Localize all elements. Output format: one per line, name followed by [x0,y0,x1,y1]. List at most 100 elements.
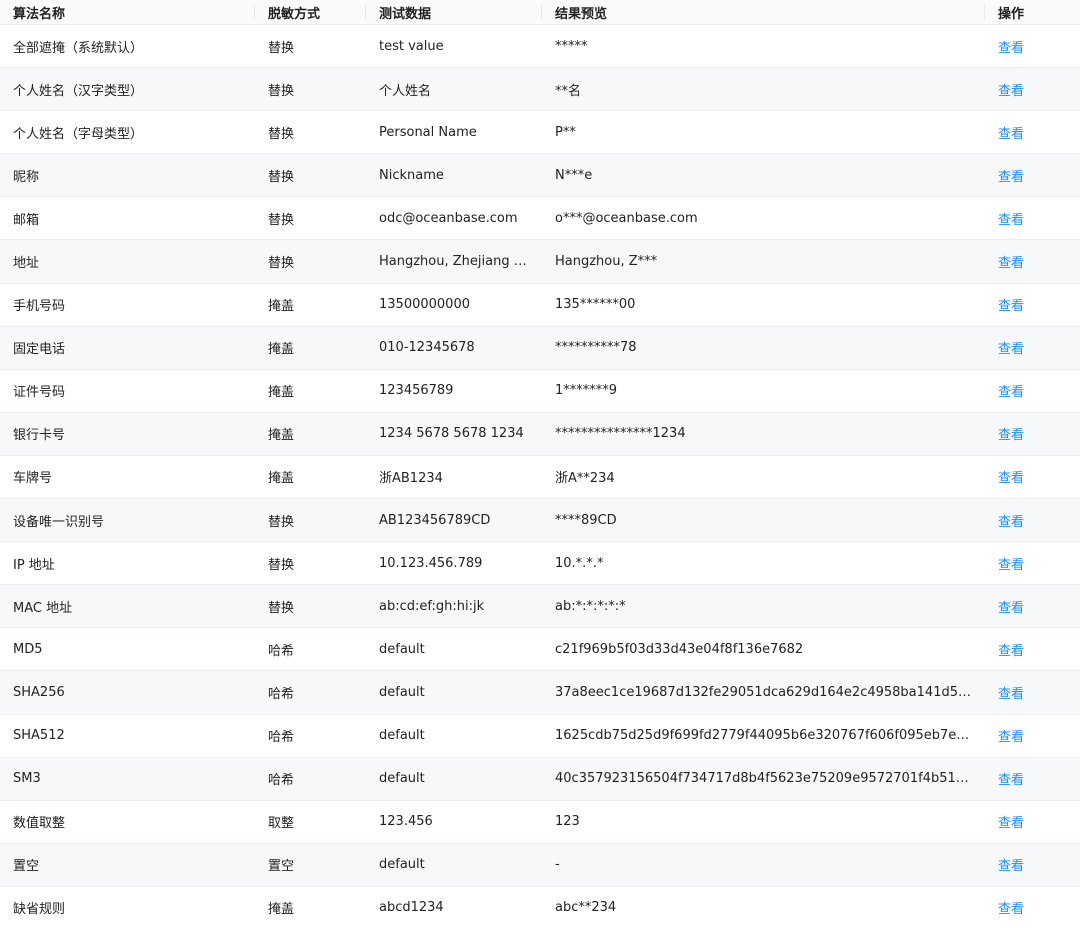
algorithm-name-text: MAC 地址 [13,600,73,616]
view-link[interactable]: 查看 [998,467,1024,486]
test-data-cell: 010-12345678 [366,327,542,369]
result-preview-text: 1625cdb75d25d9f699fd2779f44095b6e320767f… [555,728,971,744]
view-link[interactable]: 查看 [998,252,1024,271]
algorithm-name-text: SHA512 [13,728,65,744]
test-data-text: default [379,641,425,657]
algorithm-name-text: 全部遮掩（系统默认） [13,40,144,56]
column-header-test-data[interactable]: 测试数据 [366,0,542,24]
test-data-text: default [379,728,425,744]
masking-method-text: 置空 [268,859,295,875]
column-header-result-preview[interactable]: 结果预览 [542,0,985,24]
algorithm-name-text: MD5 [13,641,43,657]
masking-method-cell: 替换 [255,585,366,627]
action-cell: 查看 [985,68,1080,110]
table-row: 昵称 替换 Nickname N***e 查看 [0,154,1080,198]
algorithm-name-cell: 数值取整 [0,801,255,843]
action-cell: 查看 [985,671,1080,713]
test-data-cell: default [366,758,542,800]
result-preview-cell: **********78 [542,327,985,369]
table-row: 个人姓名（字母类型） 替换 Personal Name P** 查看 [0,111,1080,155]
algorithm-name-cell: MD5 [0,628,255,670]
view-link[interactable]: 查看 [998,898,1024,917]
view-link[interactable]: 查看 [998,726,1024,745]
view-link[interactable]: 查看 [998,855,1024,874]
masking-method-text: 取整 [268,816,295,832]
table-row: 固定电话 掩盖 010-12345678 **********78 查看 [0,326,1080,370]
algorithm-name-text: SM3 [13,771,41,787]
test-data-text: test value [379,38,444,54]
algorithm-name-cell: 个人姓名（汉字类型） [0,68,255,110]
masking-method-text: 掩盖 [268,342,295,358]
action-cell: 查看 [985,240,1080,282]
view-link[interactable]: 查看 [998,209,1024,228]
masking-method-cell: 替换 [255,499,366,541]
result-preview-text: **名 [555,83,582,99]
test-data-cell: 浙AB1234 [366,456,542,498]
view-link[interactable]: 查看 [998,812,1024,831]
view-link[interactable]: 查看 [998,295,1024,314]
algorithm-name-text: 固定电话 [13,342,66,358]
table-row: SM3 哈希 default 40c357923156504f734717d8b4f5… [0,757,1080,801]
test-data-cell: 10.123.456.789 [366,542,542,584]
test-data-text: 13500000000 [379,297,470,313]
view-link[interactable]: 查看 [998,769,1024,788]
masking-method-cell: 替换 [255,197,366,239]
algorithm-name-cell: 证件号码 [0,370,255,412]
algorithm-name-cell: 银行卡号 [0,413,255,455]
view-link[interactable]: 查看 [998,80,1024,99]
masking-method-cell: 替换 [255,240,366,282]
masking-method-cell: 掩盖 [255,327,366,369]
algorithm-name-cell: 固定电话 [0,327,255,369]
result-preview-cell: 1625cdb75d25d9f699fd2779f44095b6e320767f… [542,715,985,757]
algorithm-name-cell: 邮箱 [0,197,255,239]
view-link[interactable]: 查看 [998,338,1024,357]
result-preview-cell: 123 [542,801,985,843]
column-header-masking-method[interactable]: 脱敏方式 [255,0,366,24]
view-link[interactable]: 查看 [998,37,1024,56]
column-header-action[interactable]: 操作 [985,0,1080,24]
column-header-label: 结果预览 [555,6,608,22]
action-cell: 查看 [985,327,1080,369]
column-header-algorithm-name[interactable]: 算法名称 [0,0,255,24]
view-link[interactable]: 查看 [998,424,1024,443]
result-preview-text: 10.*.*.* [555,555,604,571]
view-link[interactable]: 查看 [998,381,1024,400]
test-data-text: AB123456789CD [379,512,491,528]
algorithm-name-text: 设备唯一识别号 [13,514,105,530]
view-link[interactable]: 查看 [998,511,1024,530]
masking-method-text: 哈希 [268,730,295,746]
table-row: SHA256 哈希 default 37a8eec1ce19687d132fe2905… [0,671,1080,715]
result-preview-cell: c21f969b5f03d33d43e04f8f136e7682 [542,628,985,670]
view-link[interactable]: 查看 [998,554,1024,573]
algorithm-name-text: IP 地址 [13,557,55,573]
test-data-cell: 个人姓名 [366,68,542,110]
table-row: 个人姓名（汉字类型） 替换 个人姓名 **名 查看 [0,68,1080,112]
result-preview-cell: Hangzhou, Z*** [542,240,985,282]
view-link[interactable]: 查看 [998,683,1024,702]
result-preview-cell: **名 [542,68,985,110]
view-link[interactable]: 查看 [998,123,1024,142]
masking-method-cell: 掩盖 [255,413,366,455]
algorithm-name-cell: 个人姓名（字母类型） [0,111,255,153]
algorithm-name-cell: 车牌号 [0,456,255,498]
action-cell: 查看 [985,197,1080,239]
action-cell: 查看 [985,370,1080,412]
result-preview-text: ***** [555,38,588,54]
result-preview-text: 40c357923156504f734717d8b4f5623e75209e95… [555,771,971,787]
masking-method-cell: 置空 [255,844,366,886]
table-body: 全部遮掩（系统默认） 替换 test value ***** 查看 个人姓名（汉字类型）替… [0,25,1080,929]
result-preview-cell: P** [542,111,985,153]
result-preview-cell: - [542,844,985,886]
view-link[interactable]: 查看 [998,166,1024,185]
table-row: 设备唯一识别号 替换 AB123456789CD ****89CD 查看 [0,499,1080,543]
masking-method-cell: 替换 [255,111,366,153]
algorithm-name-text: 地址 [13,256,40,272]
view-link[interactable]: 查看 [998,640,1024,659]
table-header: 算法名称 脱敏方式 测试数据 结果预览 操作 [0,0,1080,25]
table-row: 全部遮掩（系统默认） 替换 test value ***** 查看 [0,25,1080,69]
view-link[interactable]: 查看 [998,597,1024,616]
test-data-text: default [379,684,425,700]
masking-method-text: 替换 [268,557,295,573]
masking-method-text: 替换 [268,83,295,99]
result-preview-text: - [555,857,560,873]
